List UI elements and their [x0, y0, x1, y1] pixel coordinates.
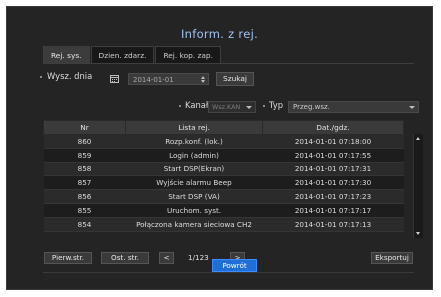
table-scrollbar[interactable]	[413, 134, 423, 238]
table-row[interactable]: 856 Start DSP (VA) 2014-01-01 07:17:23	[43, 189, 404, 204]
type-select[interactable]: Przeg.wsz.	[288, 101, 419, 113]
tab-underline	[43, 63, 414, 64]
channel-chevron-down-icon	[246, 106, 252, 109]
column-header-log-list[interactable]: Lista rej.	[125, 120, 263, 135]
tab-system-log[interactable]: Rej. sys.	[43, 46, 90, 63]
scroll-up-icon[interactable]	[416, 137, 420, 140]
table-row[interactable]: 860 Rozp.konf. (lok.) 2014-01-01 07:18:0…	[43, 134, 404, 149]
scroll-down-icon[interactable]	[416, 232, 420, 235]
cell-log-entry: Login (admin)	[125, 148, 263, 163]
bullet-icon	[263, 105, 265, 107]
date-spinner-icon[interactable]	[201, 76, 205, 83]
column-header-date-time[interactable]: Dat./gdz.	[262, 120, 404, 135]
date-field[interactable]: 2014-01-01	[128, 73, 209, 85]
cell-date-time: 2014-01-01 07:17:30	[262, 175, 404, 191]
page-indicator: 1/123	[188, 253, 209, 262]
bullet-icon	[40, 76, 42, 78]
cell-date-time: 2014-01-01 07:18:00	[262, 134, 404, 149]
date-value: 2014-01-01	[133, 76, 174, 84]
channel-select[interactable]: Wsz.KAN	[208, 101, 256, 113]
cell-log-entry: Uruchom. syst.	[125, 203, 263, 218]
type-label: Typ	[269, 100, 284, 110]
last-page-button[interactable]: Ost. str.	[101, 252, 149, 264]
table-row[interactable]: 854 Połączona kamera sieciowa CH2 2014-0…	[43, 217, 404, 232]
log-info-dialog: Inform. z rej. Rej. sys. Dzien. zdarz. R…	[6, 6, 433, 290]
cell-log-entry: Wyjście alarmu Beep	[125, 175, 263, 191]
cell-log-entry: Start DSP (VA)	[125, 189, 263, 204]
dialog-title: Inform. z rej.	[180, 27, 259, 41]
prev-page-button[interactable]: <	[159, 252, 174, 264]
table-row[interactable]: 858 Start DSP(Ekran) 2014-01-01 07:17:31	[43, 162, 404, 177]
cell-number: 857	[43, 175, 126, 191]
tab-event-log[interactable]: Dzien. zdarz.	[90, 46, 155, 63]
cell-log-entry: Rozp.konf. (lok.)	[125, 134, 263, 149]
search-button[interactable]: Szukaj	[216, 72, 254, 86]
log-table: Nr Lista rej. Dat./gdz. 860 Rozp.konf. (…	[43, 120, 404, 232]
table-row[interactable]: 859 Login (admin) 2014-01-01 07:17:55	[43, 148, 404, 163]
type-chevron-down-icon	[409, 106, 415, 109]
tab-backup-log[interactable]: Rej. kop. zap.	[155, 46, 221, 63]
calendar-icon[interactable]	[110, 74, 120, 83]
back-button[interactable]: Powrót	[212, 259, 257, 272]
type-value: Przeg.wsz.	[293, 103, 330, 111]
search-date-label: Wysz. dnia	[47, 71, 93, 81]
cell-number: 855	[43, 203, 126, 218]
table-row[interactable]: 857 Wyjście alarmu Beep 2014-01-01 07:17…	[43, 175, 404, 191]
column-header-number[interactable]: Nr	[43, 120, 126, 135]
export-button[interactable]: Eksportuj	[371, 252, 413, 264]
channel-value: Wsz.KAN	[212, 103, 241, 111]
cell-date-time: 2014-01-01 07:17:13	[262, 217, 404, 232]
bullet-icon	[179, 105, 181, 107]
cell-date-time: 2014-01-01 07:17:31	[262, 162, 404, 177]
cell-date-time: 2014-01-01 07:17:55	[262, 148, 404, 163]
cell-number: 856	[43, 189, 126, 204]
table-row[interactable]: 855 Uruchom. syst. 2014-01-01 07:17:17	[43, 203, 404, 218]
cell-number: 854	[43, 217, 126, 232]
footer-divider	[43, 272, 414, 273]
cell-log-entry: Start DSP(Ekran)	[125, 162, 263, 177]
cell-date-time: 2014-01-01 07:17:23	[262, 189, 404, 204]
cell-number: 858	[43, 162, 126, 177]
table-header-row: Nr Lista rej. Dat./gdz.	[43, 120, 404, 135]
first-page-button[interactable]: Pierw.str.	[44, 252, 92, 264]
cell-log-entry: Połączona kamera sieciowa CH2	[125, 217, 263, 232]
cell-number: 860	[43, 134, 126, 149]
channel-label: Kanał	[185, 100, 209, 110]
cell-date-time: 2014-01-01 07:17:17	[262, 203, 404, 218]
tab-bar: Rej. sys. Dzien. zdarz. Rej. kop. zap.	[43, 46, 222, 63]
cell-number: 859	[43, 148, 126, 163]
